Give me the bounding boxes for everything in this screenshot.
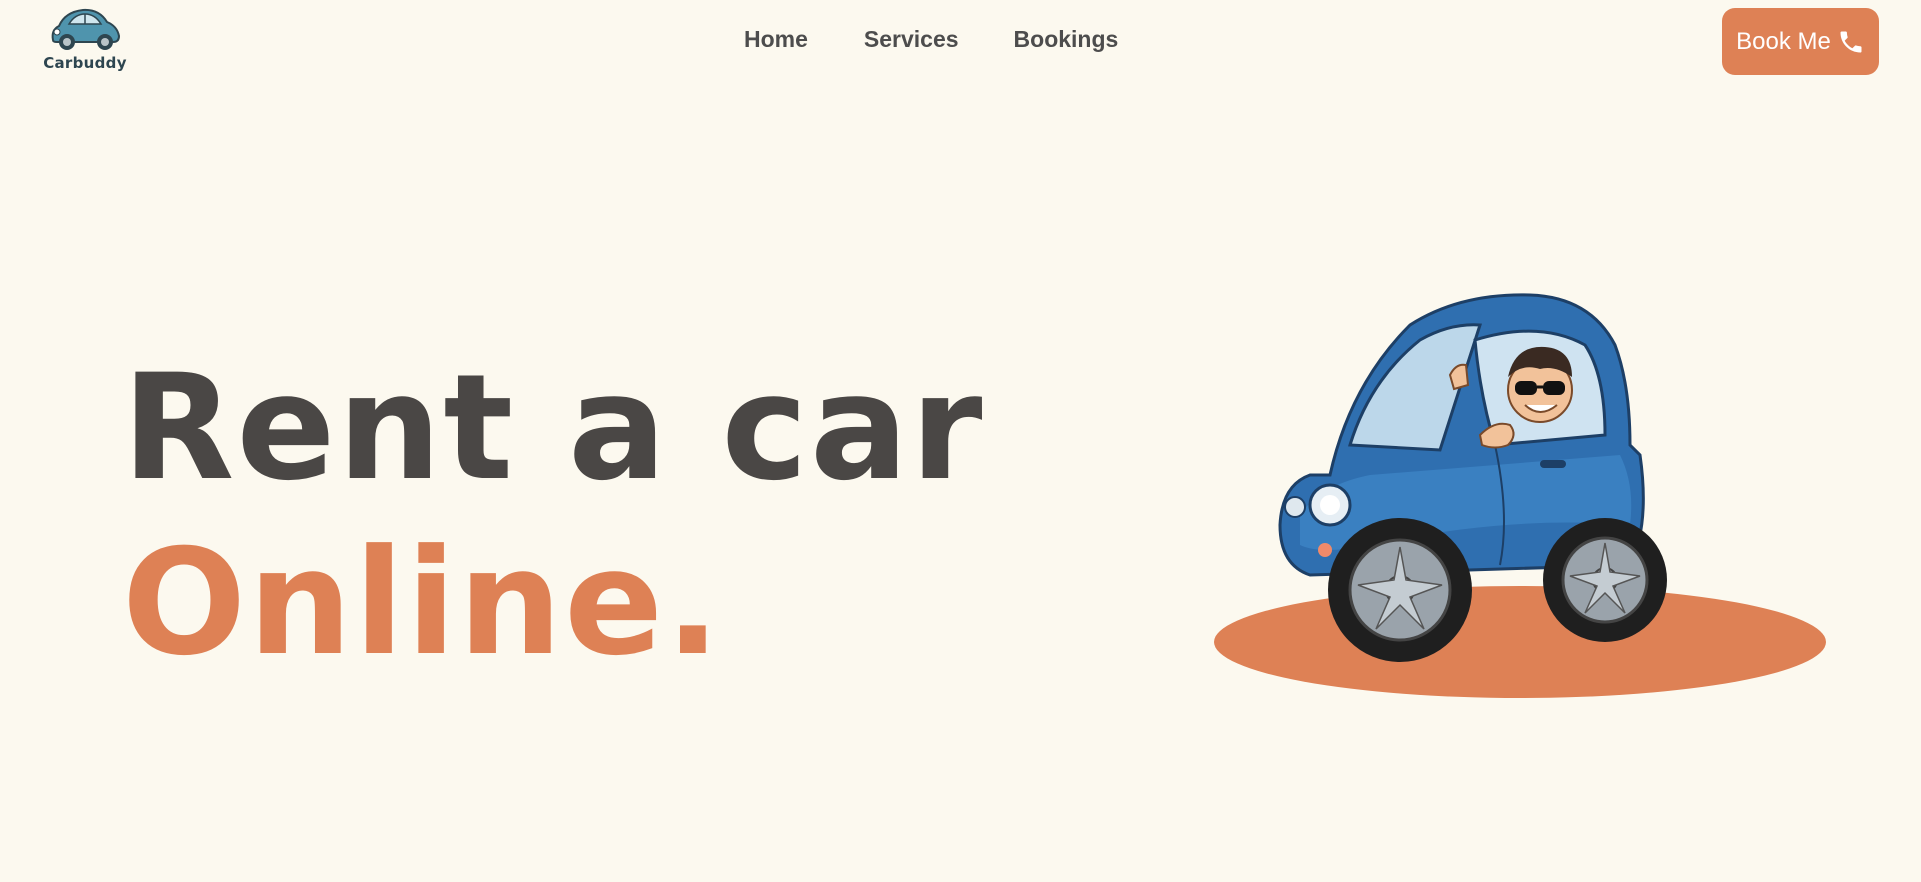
main-nav: Home Services Bookings [744,26,1118,53]
brand-name: Carbuddy [43,54,127,72]
nav-item-services[interactable]: Services [864,26,959,53]
phone-icon [1837,28,1865,56]
nav-item-home[interactable]: Home [744,26,808,53]
hero-heading-line2: Online. [122,518,723,688]
page: Carbuddy Home Services Bookings Book Me … [0,0,1921,882]
car-driver-illustration [1214,293,1826,698]
car-logo-icon [51,8,121,50]
hero-heading-line1: Rent a car [122,343,985,513]
shadow-ellipse [1214,586,1826,698]
brand-logo[interactable]: Carbuddy [40,4,130,78]
book-me-label: Book Me [1736,27,1831,55]
book-me-button[interactable]: Book Me [1722,8,1879,75]
nav-item-bookings[interactable]: Bookings [1014,26,1119,53]
